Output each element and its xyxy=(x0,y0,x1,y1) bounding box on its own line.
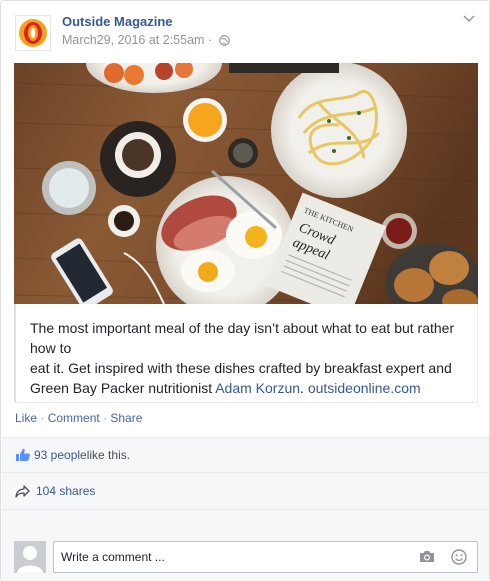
like-button[interactable]: Like xyxy=(15,411,37,425)
caption-line-4: Green Bay Packer nutritionist Adam Korzu… xyxy=(30,378,465,398)
breakfast-photo: THE KITCHEN Crowd appeal xyxy=(14,63,478,304)
user-avatar[interactable] xyxy=(14,541,46,573)
caption-punct: . xyxy=(300,380,308,396)
globe-icon[interactable] xyxy=(218,35,230,47)
post-card: Outside Magazine March29, 2016 at 2:55am… xyxy=(0,0,490,581)
chevron-down-icon[interactable] xyxy=(463,15,475,23)
likes-summary: 93 people like this. xyxy=(15,448,130,462)
page-name-link[interactable]: Outside Magazine xyxy=(62,14,173,29)
comment-placeholder: Write a comment ... xyxy=(61,550,165,564)
comment-button[interactable]: Comment xyxy=(48,411,100,425)
emoji-icon[interactable] xyxy=(451,549,467,565)
thumbs-up-icon xyxy=(16,448,30,461)
caption-line-3: eat it. Get inspired with these dishes c… xyxy=(30,360,452,376)
caption-line-1: The most important meal of the day isn’t… xyxy=(30,320,455,336)
post-header: Outside Magazine March29, 2016 at 2:55am… xyxy=(1,1,489,59)
likes-suffix: like this. xyxy=(86,448,131,462)
caption-line-2: how to xyxy=(30,340,72,356)
source-link[interactable]: outsideonline.com xyxy=(308,380,421,396)
default-user-icon xyxy=(14,541,46,573)
action-separator: · xyxy=(37,411,48,425)
post-caption: The most important meal of the day isn’t… xyxy=(14,304,478,403)
comment-input[interactable]: Write a comment ... xyxy=(53,541,478,573)
post-actions: Like · Comment · Share xyxy=(15,411,142,425)
outside-logo-icon xyxy=(19,19,47,47)
post-timestamp[interactable]: March29, 2016 at 2:55am xyxy=(62,33,204,47)
likes-count-link[interactable]: 93 people xyxy=(34,448,87,462)
share-arrow-icon xyxy=(15,484,30,498)
caption-line-4-text: Green Bay Packer nutritionist xyxy=(30,380,216,396)
mention-link[interactable]: Adam Korzun xyxy=(215,380,300,396)
camera-icon[interactable] xyxy=(419,550,435,563)
shares-count: 104 shares xyxy=(36,484,96,498)
page-avatar[interactable] xyxy=(15,15,51,51)
post-meta: March29, 2016 at 2:55am · xyxy=(62,33,230,47)
shares-summary[interactable]: 104 shares xyxy=(15,484,95,498)
post-photo[interactable]: THE KITCHEN Crowd appeal xyxy=(14,63,478,304)
action-separator: · xyxy=(99,411,111,425)
meta-separator: · xyxy=(207,33,213,47)
share-button[interactable]: Share xyxy=(110,411,142,425)
